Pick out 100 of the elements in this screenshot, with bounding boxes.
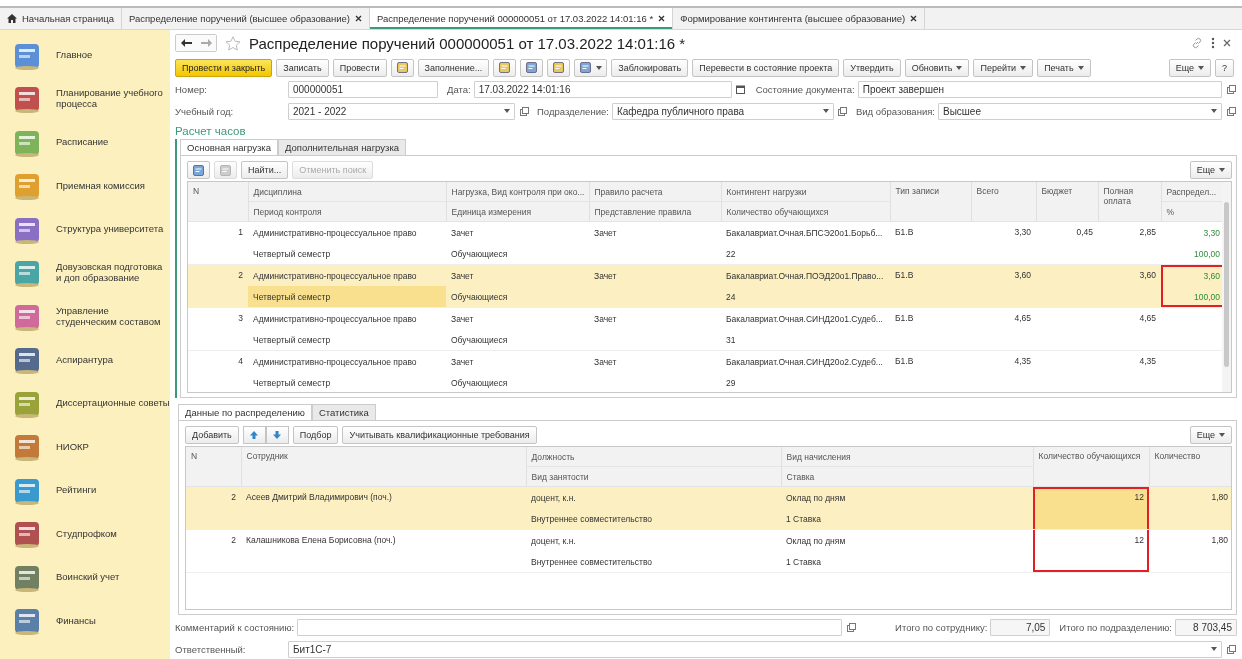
table-cell[interactable]: Обучающиеся (446, 372, 589, 393)
link-icon[interactable] (1191, 37, 1203, 50)
icon-button[interactable] (547, 58, 571, 77)
table-cell[interactable]: 22 (721, 243, 890, 265)
scrollbar[interactable] (1222, 182, 1231, 393)
close-icon[interactable] (1223, 39, 1231, 48)
table-cell[interactable]: 2 (186, 529, 241, 573)
icon-button[interactable] (520, 58, 544, 77)
column-header[interactable]: Сотрудник (241, 447, 526, 487)
column-header[interactable]: Должность (526, 447, 781, 467)
table-cell[interactable]: Четвертый семестр (248, 329, 446, 351)
close-icon[interactable] (354, 15, 362, 22)
icon-button[interactable] (390, 58, 414, 77)
sidebar-item[interactable]: Воинский учет (0, 556, 170, 600)
department-select[interactable]: Кафедра публичного права (611, 102, 834, 120)
table-cell[interactable]: Б1.В (890, 221, 971, 265)
table-cell[interactable]: 2 (186, 486, 241, 530)
table-cell[interactable]: 2,85 (1098, 221, 1161, 265)
table-cell[interactable]: Обучающиеся (446, 329, 589, 351)
tab[interactable]: Данные по распределению (178, 404, 312, 421)
column-header[interactable]: N (188, 182, 248, 222)
column-header[interactable]: Полная оплата (1098, 182, 1161, 222)
table-cell[interactable]: 4,65 (1098, 307, 1161, 351)
sidebar-item[interactable]: Студпрофком (0, 512, 170, 556)
tab[interactable]: Основная нагрузка (180, 139, 278, 156)
table-cell[interactable]: Оклад по дням (781, 529, 1033, 552)
column-header[interactable]: Вид начисления (781, 447, 1033, 467)
toolbar-button[interactable]: Заполнение... (417, 58, 490, 77)
comment-field[interactable] (297, 618, 843, 636)
table-cell[interactable]: 3,60 (971, 264, 1036, 308)
column-header[interactable]: Количество обучающихся (1033, 447, 1149, 487)
table-cell[interactable]: 1,80 (1149, 486, 1231, 530)
table-cell[interactable]: Бакалавриат.Очная.БПСЭ20о1.Борьб... (721, 221, 890, 244)
table-cell[interactable]: Зачет (446, 221, 589, 244)
table-cell[interactable]: Обучающиеся (446, 286, 589, 308)
sidebar-item[interactable]: Аспирантура (0, 338, 170, 382)
close-icon[interactable] (910, 15, 918, 22)
table-cell[interactable]: 1 (188, 221, 248, 265)
table-cell[interactable]: Зачет (589, 264, 721, 287)
toolbar-button[interactable]: Записать (276, 58, 329, 77)
table-cell[interactable]: Административно-процессуальное право (248, 350, 446, 373)
table-cell[interactable]: Бакалавриат.Очная.ПОЭД20о1.Право... (721, 264, 890, 287)
sidebar-item[interactable]: Планирование учебного процесса (0, 77, 170, 121)
column-header[interactable]: Всего (971, 182, 1036, 222)
table-cell[interactable]: Бакалавриат.Очная.СИНД20о2.Судеб... (721, 350, 890, 373)
column-header[interactable]: N (186, 447, 241, 487)
table-cell[interactable]: 1 Ставка (781, 551, 1033, 573)
table-cell[interactable]: Зачет (446, 264, 589, 287)
sidebar-item[interactable]: Приемная комиссия (0, 164, 170, 208)
menu-button[interactable]: Печать (1037, 58, 1091, 77)
sidebar-item[interactable]: Расписание (0, 121, 170, 165)
tab[interactable]: Статистика (311, 404, 376, 421)
sidebar-item[interactable]: Главное (0, 34, 170, 78)
table-cell[interactable]: 4,65 (971, 307, 1036, 351)
more-icon[interactable] (1211, 37, 1215, 50)
toolbar-button[interactable]: Добавить (185, 426, 239, 445)
table-cell[interactable]: 12 (1033, 486, 1149, 530)
table-cell[interactable]: Внутреннее совместительство (526, 551, 781, 573)
table-cell[interactable]: 4,35 (971, 350, 1036, 393)
post-and-close-button[interactable]: Провести и закрыть (175, 58, 273, 77)
sidebar-item[interactable]: Управление студенческим составом (0, 295, 170, 339)
toolbar-button[interactable]: Утвердить (843, 58, 901, 77)
table-cell[interactable]: 3,30 (971, 221, 1036, 265)
toolbar-button[interactable]: Провести (332, 58, 387, 77)
table-cell[interactable]: 31 (721, 329, 890, 351)
table-cell[interactable]: Административно-процессуальное право (248, 307, 446, 330)
column-header[interactable]: Бюджет (1036, 182, 1098, 222)
document-tab[interactable]: Распределение поручений 000000051 от 17.03.2022 14:01:16 * (369, 8, 674, 29)
column-header[interactable]: Распредел... (1161, 182, 1225, 202)
table-cell[interactable]: Зачет (446, 307, 589, 330)
icon-button[interactable] (493, 58, 517, 77)
column-header[interactable]: Тип записи (890, 182, 971, 222)
icon-button[interactable] (187, 161, 210, 180)
table-cell[interactable]: 12 (1033, 529, 1149, 573)
table-cell[interactable]: Б1.В (890, 350, 971, 393)
column-header[interactable]: Правило расчета (589, 182, 721, 202)
toolbar-button[interactable]: Подбор (292, 426, 339, 445)
sidebar-item[interactable]: Диссертационные советы (0, 382, 170, 426)
close-icon[interactable] (658, 15, 666, 22)
sidebar-item[interactable]: Финансы (0, 599, 170, 643)
state-field[interactable]: Проект завершен (857, 81, 1222, 99)
table-cell[interactable]: Зачет (589, 307, 721, 330)
table-cell[interactable]: Б1.В (890, 307, 971, 351)
table-cell[interactable]: доцент, к.н. (526, 529, 781, 552)
column-header[interactable]: Количество (1149, 447, 1231, 487)
table-cell[interactable]: 24 (721, 286, 890, 308)
sidebar-item[interactable]: Довузовская подготовка и доп образование (0, 251, 170, 295)
responsible-select[interactable]: Бит1С-7 (288, 640, 1222, 658)
column-header[interactable]: Контингент нагрузки (721, 182, 890, 202)
table-cell[interactable]: 4,35 (1098, 350, 1161, 393)
table-cell[interactable]: 29 (721, 372, 890, 393)
table-cell[interactable]: Оклад по дням (781, 486, 1033, 509)
table-cell[interactable]: 3 (188, 307, 248, 351)
table-cell[interactable]: доцент, к.н. (526, 486, 781, 509)
table-cell[interactable]: Четвертый семестр (248, 286, 446, 308)
menu-button[interactable]: Еще (1189, 426, 1232, 445)
date-field[interactable]: 17.03.2022 14:01:16 (473, 81, 732, 99)
document-tab[interactable]: Формирование контингента (высшее образование) (673, 8, 926, 29)
menu-button[interactable]: Обновить (904, 58, 970, 77)
icon-button[interactable] (574, 58, 608, 77)
